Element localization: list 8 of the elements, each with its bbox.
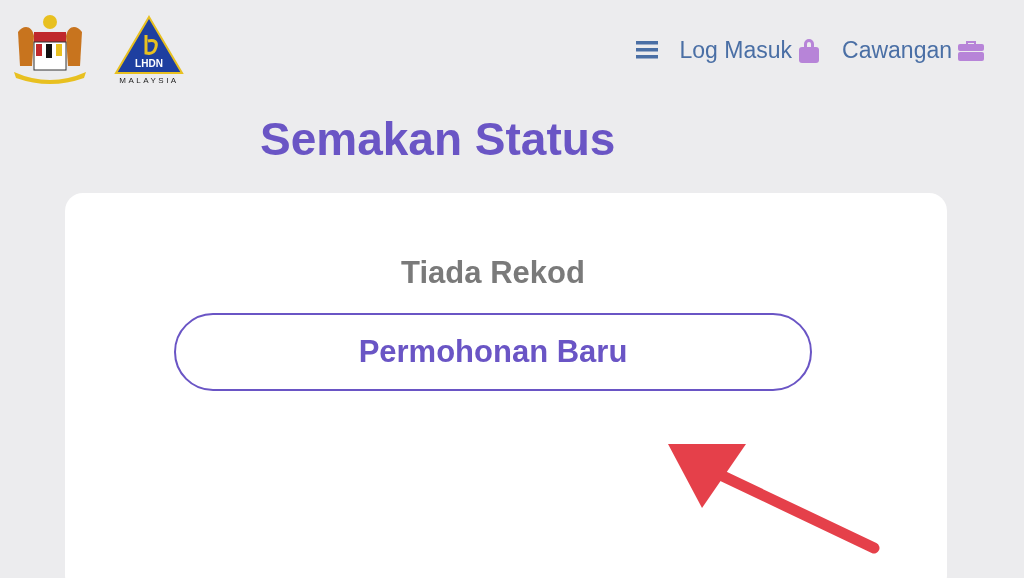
new-application-button[interactable]: Permohonan Baru <box>174 313 812 392</box>
no-record-message: Tiada Rekod <box>401 255 585 292</box>
menu-icon[interactable] <box>635 41 658 59</box>
briefcase-icon <box>958 39 984 61</box>
page-title: Semakan Status <box>260 112 617 167</box>
nav-link[interactable]: Cawangan <box>842 36 984 64</box>
lock-icon <box>798 37 821 63</box>
nav-link[interactable]: Log Masuk <box>679 36 821 64</box>
